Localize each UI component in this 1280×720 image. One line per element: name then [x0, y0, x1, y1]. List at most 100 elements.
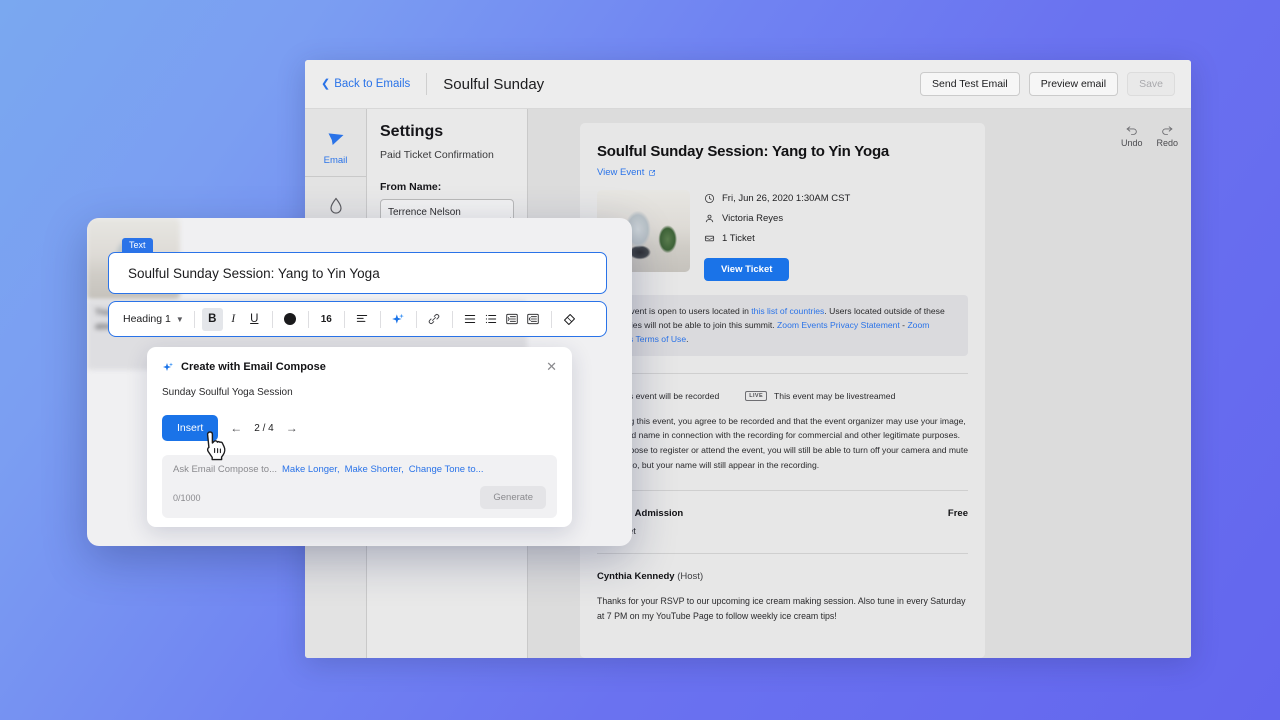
bullet-list-icon: [463, 312, 477, 326]
insert-button[interactable]: Insert: [162, 415, 218, 441]
ticket-icon: [704, 233, 715, 244]
view-event-label: View Event: [597, 167, 644, 178]
email-heading: Soulful Sunday Session: Yang to Yin Yoga: [597, 143, 968, 160]
clear-format-icon: [562, 312, 577, 327]
rail-item-email-label: Email: [324, 155, 348, 166]
event-ticket-count: 1 Ticket: [722, 233, 755, 244]
numbered-list-icon: [484, 312, 498, 326]
prompt-input-placeholder[interactable]: Ask Email Compose to...: [173, 464, 277, 475]
result-page-counter: 2 / 4: [254, 423, 273, 434]
prompt-footer: 0/1000 Generate: [173, 486, 546, 509]
privacy-statement-link[interactable]: Zoom Events Privacy Statement: [777, 320, 900, 330]
undo-label: Undo: [1121, 138, 1143, 148]
person-icon: [704, 213, 715, 224]
outdent-icon: [505, 312, 519, 326]
back-to-emails-link[interactable]: ❮ Back to Emails: [321, 78, 410, 90]
popup-header: Create with Email Compose ✕: [162, 360, 557, 373]
redo-label: Redo: [1156, 138, 1178, 148]
generated-text: Sunday Soulful Yoga Session: [162, 387, 557, 398]
indent-button[interactable]: [523, 308, 544, 331]
bullet-list-button[interactable]: [460, 308, 481, 331]
live-badge: LIVE: [745, 391, 767, 401]
ticket-type-row: General Admission Free: [597, 508, 968, 519]
save-button[interactable]: Save: [1127, 72, 1175, 96]
text-color-button[interactable]: [280, 308, 301, 331]
undo-icon: [1125, 123, 1139, 136]
consent-paragraph-2: If you choose to register or attend the …: [597, 443, 968, 473]
numbered-list-button[interactable]: [481, 308, 502, 331]
italic-button[interactable]: I: [223, 308, 244, 331]
clock-icon: [704, 193, 715, 204]
page-title: Soulful Sunday: [443, 76, 544, 93]
event-host-row: Victoria Reyes: [704, 213, 850, 224]
popup-actions: Insert ← 2 / 4 →: [162, 415, 557, 441]
clear-formatting-button[interactable]: [559, 308, 580, 331]
back-to-emails-label: Back to Emails: [334, 78, 410, 90]
change-tone-suggestion[interactable]: Change Tone to...: [409, 464, 484, 475]
generate-button[interactable]: Generate: [480, 486, 546, 509]
toolbar-separator-2: [272, 311, 273, 328]
toolbar-separator-3: [308, 311, 309, 328]
bold-button[interactable]: B: [202, 308, 223, 331]
preview-email-button[interactable]: Preview email: [1029, 72, 1118, 96]
indent-icon: [526, 312, 540, 326]
event-ticket-row: 1 Ticket: [704, 233, 850, 244]
underline-button[interactable]: U: [244, 308, 265, 331]
make-longer-suggestion[interactable]: Make Longer,: [282, 464, 340, 475]
toolbar-separator-7: [452, 311, 453, 328]
align-left-icon: [355, 312, 369, 326]
toolbar-separator-1: [194, 311, 195, 328]
divider-1: [597, 373, 968, 374]
redo-button[interactable]: Redo: [1156, 123, 1178, 148]
outdent-button[interactable]: [502, 308, 523, 331]
event-meta: Fri, Jun 26, 2020 1:30AM CST Victoria Re…: [704, 190, 850, 281]
ai-compose-button[interactable]: [388, 308, 409, 331]
popup-title: Create with Email Compose: [181, 361, 326, 373]
previous-result-button[interactable]: ←: [230, 421, 242, 435]
prompt-area[interactable]: Ask Email Compose to... Make Longer, Mak…: [162, 455, 557, 518]
title-input-value: Soulful Sunday Session: Yang to Yin Yoga: [128, 266, 380, 281]
make-shorter-suggestion[interactable]: Make Shorter,: [345, 464, 404, 475]
send-test-email-button[interactable]: Send Test Email: [920, 72, 1020, 96]
geo-restriction-notice: This event is open to users located in t…: [597, 295, 968, 356]
paper-plane-icon: [326, 130, 346, 150]
undo-button[interactable]: Undo: [1121, 123, 1143, 148]
title-input[interactable]: Soulful Sunday Session: Yang to Yin Yoga: [108, 252, 607, 294]
list-of-countries-link[interactable]: this list of countries: [751, 306, 824, 316]
event-summary-row: Fri, Jun 26, 2020 1:30AM CST Victoria Re…: [597, 190, 968, 281]
rail-item-email[interactable]: Email: [305, 119, 366, 177]
toolbar-separator-8: [551, 311, 552, 328]
prompt-suggestions-row: Ask Email Compose to... Make Longer, Mak…: [173, 464, 546, 475]
sparkle-icon: [391, 312, 405, 326]
color-swatch-icon: [284, 313, 296, 325]
host-message: Thanks for your RSVP to our upcoming ice…: [597, 594, 968, 625]
link-button[interactable]: [424, 308, 445, 331]
close-icon[interactable]: ✕: [546, 360, 557, 373]
align-button[interactable]: [352, 308, 373, 331]
toolbar-separator-6: [416, 311, 417, 328]
paragraph-style-dropdown[interactable]: Heading 1 ▼: [120, 308, 187, 331]
divider-3: [597, 553, 968, 554]
editor-toolbar: Heading 1 ▼ B I U 16: [108, 301, 607, 337]
font-size-button[interactable]: 16: [316, 308, 337, 331]
ticket-type-price: Free: [948, 508, 968, 519]
view-ticket-button[interactable]: View Ticket: [704, 258, 789, 281]
toolbar-separator-5: [380, 311, 381, 328]
consent-text: By joining this event, you agree to be r…: [597, 414, 968, 473]
recorded-label: This event will be recorded: [617, 391, 719, 401]
event-date-row: Fri, Jun 26, 2020 1:30AM CST: [704, 193, 850, 204]
history-controls: Undo Redo: [1121, 123, 1178, 148]
chevron-left-icon: ❮: [321, 79, 330, 90]
redo-icon: [1160, 123, 1174, 136]
from-name-value: Terrence Nelson: [388, 207, 461, 218]
livestream-notice: LIVE This event may be livestreamed: [745, 391, 895, 401]
geo-text-4: .: [686, 334, 688, 344]
divider-2: [597, 490, 968, 491]
chevron-down-icon: ▼: [176, 315, 184, 324]
view-event-link[interactable]: View Event: [597, 167, 968, 178]
next-result-button[interactable]: →: [286, 421, 298, 435]
app-header: ❮ Back to Emails Soulful Sunday Send Tes…: [305, 60, 1191, 109]
paragraph-style-label: Heading 1: [123, 313, 171, 325]
event-date: Fri, Jun 26, 2020 1:30AM CST: [722, 193, 850, 204]
host-display-name: Cynthia Kennedy: [597, 571, 675, 582]
